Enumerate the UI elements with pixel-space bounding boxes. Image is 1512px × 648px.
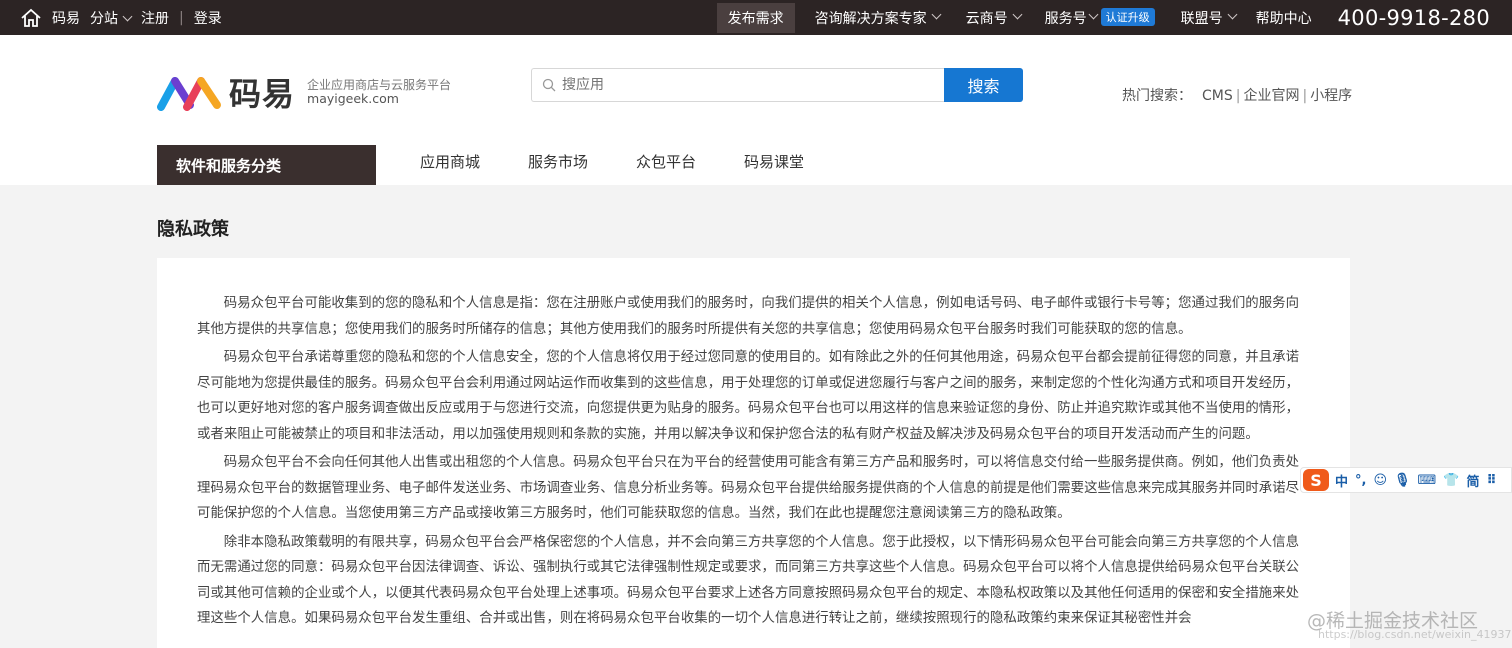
phone-number: 400-9918-280 — [1337, 5, 1490, 30]
policy-paragraph: 码易众包平台不会向任何其他人出售或出租您的个人信息。码易众包平台只在为平台的经营… — [197, 455, 1300, 521]
ime-skin-icon[interactable]: 👕 — [1443, 473, 1459, 488]
logo[interactable]: 码易 企业应用商店与云服务平台 mayigeek.com — [157, 69, 451, 115]
hot-search-label: 热门搜索： — [1122, 88, 1192, 104]
nav-item-app-store[interactable]: 应用商城 — [420, 151, 480, 172]
nav-item-classroom[interactable]: 码易课堂 — [744, 151, 804, 172]
divider: | — [1302, 88, 1308, 104]
watermark-url: https://blog.csdn.net/weixin_41937552 — [1318, 628, 1512, 641]
page-title: 隐私政策 — [157, 219, 229, 240]
nav-item-service-market[interactable]: 服务市场 — [528, 151, 588, 172]
search-bar: 搜索 — [531, 68, 1023, 102]
search-input[interactable] — [562, 77, 922, 93]
ime-punctuation-icon[interactable]: °, — [1355, 473, 1366, 488]
logo-text: 码易 — [229, 75, 296, 113]
alliance-dropdown[interactable]: 联盟号 — [1165, 0, 1246, 35]
consult-label: 咨询解决方案专家 — [814, 10, 927, 27]
help-center-link[interactable]: 帮助中心 — [1246, 0, 1322, 35]
sogou-logo-icon[interactable]: S — [1303, 469, 1329, 491]
certify-upgrade-badge[interactable]: 认证升级 — [1100, 7, 1155, 26]
ime-toolbox-icon[interactable]: ⠿ — [1487, 473, 1497, 488]
hot-searches: 热门搜索： CMS | 企业官网 | 小程序 — [1122, 85, 1352, 105]
ime-emoji-icon[interactable]: ☺ — [1373, 473, 1387, 488]
policy-paragraph: 码易众包平台承诺尊重您的隐私和您的个人信息安全，您的个人信息将仅用于经过您同意的… — [197, 350, 1300, 442]
branch-label: 分站 — [90, 10, 118, 27]
policy-content: 码易众包平台可能收集到的您的隐私和个人信息是指：您在注册账户或使用我们的服务时，… — [157, 258, 1350, 648]
ime-chinese-mode[interactable]: 中 — [1335, 471, 1348, 490]
divider: | — [1235, 88, 1241, 104]
cloud-dropdown[interactable]: 云商号 — [950, 0, 1031, 35]
chevron-down-icon — [1227, 9, 1238, 20]
publish-demand-link[interactable]: 发布需求 — [716, 2, 795, 33]
top-bar-left: 码易 分站 注册 | 登录 — [20, 0, 232, 35]
chevron-down-icon — [1012, 9, 1023, 20]
policy-paragraph: 码易众包平台可能收集到的您的隐私和个人信息是指：您在注册账户或使用我们的服务时，… — [197, 296, 1300, 337]
main-nav: 软件和服务分类 应用商城 服务市场 众包平台 码易课堂 — [0, 145, 1512, 185]
login-link[interactable]: 登录 — [194, 8, 222, 28]
alliance-label: 联盟号 — [1180, 10, 1223, 27]
logo-subtitle: 企业应用商店与云服务平台 mayigeek.com — [307, 78, 451, 106]
chevron-down-icon — [1088, 9, 1099, 20]
top-bar-right: 发布需求 咨询解决方案专家 云商号 服务号 认证升级 联盟号 帮助中心 400-9… — [716, 0, 1512, 35]
search-button[interactable]: 搜索 — [944, 68, 1023, 102]
service-label: 服务号 — [1044, 10, 1087, 27]
ime-toolbar: S 中 °, ☺ 🎙 ⌨ 👕 简 ⠿ — [1300, 467, 1512, 493]
header: 码易 企业应用商店与云服务平台 mayigeek.com 搜索 热门搜索： CMS… — [0, 35, 1512, 185]
chevron-down-icon — [931, 9, 942, 20]
home-icon[interactable] — [20, 8, 42, 28]
ime-keyboard-icon[interactable]: ⌨ — [1418, 473, 1437, 488]
nav-item-crowdsourcing[interactable]: 众包平台 — [636, 151, 696, 172]
branch-dropdown[interactable]: 分站 — [90, 8, 133, 28]
hot-search-item[interactable]: 小程序 — [1310, 88, 1352, 104]
hot-search-item[interactable]: CMS — [1202, 88, 1233, 104]
divider: | — [179, 9, 184, 26]
logo-domain: mayigeek.com — [307, 91, 399, 106]
register-link[interactable]: 注册 — [141, 8, 169, 28]
logo-icon — [157, 77, 221, 111]
consult-expert-dropdown[interactable]: 咨询解决方案专家 — [795, 0, 950, 35]
top-bar: 码易 分站 注册 | 登录 发布需求 咨询解决方案专家 云商号 服务号 认证升级 … — [0, 0, 1512, 35]
search-icon — [542, 78, 556, 92]
cloud-label: 云商号 — [965, 10, 1008, 27]
service-dropdown[interactable]: 服务号 认证升级 — [1031, 0, 1165, 35]
ime-voice-icon[interactable]: 🎙 — [1394, 473, 1411, 488]
category-menu-button[interactable]: 软件和服务分类 — [157, 145, 376, 185]
ime-simplified-mode[interactable]: 简 — [1467, 471, 1480, 490]
nav-links: 应用商城 服务市场 众包平台 码易课堂 — [420, 145, 852, 177]
policy-paragraph: 除非本隐私政策载明的有限共享，码易众包平台会严格保密您的个人信息，并不会向第三方… — [197, 534, 1300, 627]
chevron-down-icon — [122, 11, 133, 21]
site-link[interactable]: 码易 — [52, 8, 80, 28]
hot-search-item[interactable]: 企业官网 — [1243, 88, 1299, 104]
logo-slogan: 企业应用商店与云服务平台 — [307, 78, 452, 92]
search-box — [531, 68, 944, 102]
